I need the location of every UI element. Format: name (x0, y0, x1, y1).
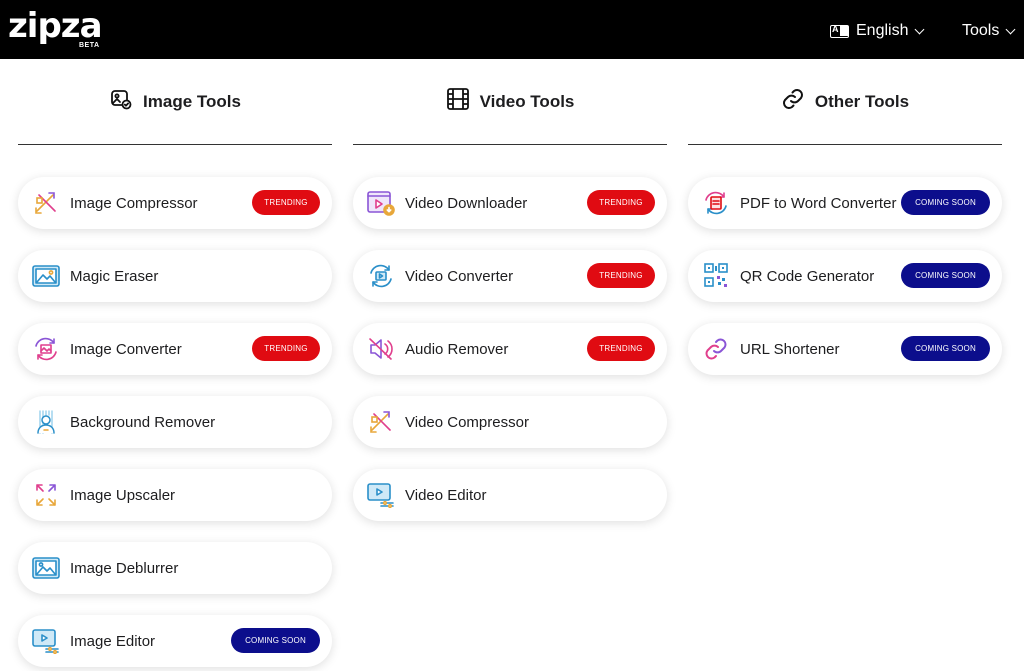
video-editor-icon (367, 482, 395, 509)
tool-list: Video Downloader TRENDING Video Converte… (353, 145, 667, 521)
tool-label: Image Upscaler (70, 486, 176, 504)
tool-label: Video Downloader (405, 194, 528, 212)
coming-soon-badge: COMING SOON (901, 190, 990, 215)
video-downloader-icon (367, 190, 395, 216)
column-header: Video Tools (353, 59, 667, 145)
tool-label: Image Compressor (70, 194, 198, 212)
tool-card-image-converter[interactable]: Image Converter TRENDING (18, 323, 332, 375)
qr-code-icon (702, 263, 730, 289)
video-tools-column: Video Tools Video Downloader TRENDING Vi… (353, 59, 667, 542)
image-tools-column: Image Tools Image Compressor TRENDING Ma… (18, 59, 332, 671)
tool-label: URL Shortener (740, 340, 840, 358)
language-label: English (856, 22, 909, 39)
tool-label: Video Editor (405, 486, 487, 504)
trending-badge: TRENDING (587, 263, 655, 288)
tool-label: Audio Remover (405, 340, 509, 358)
translate-icon (830, 24, 849, 38)
tool-card-magic-eraser[interactable]: Magic Eraser (18, 250, 332, 302)
tool-label: QR Code Generator (740, 267, 875, 285)
tool-label: Image Deblurrer (70, 559, 179, 577)
image-upscaler-icon (32, 482, 60, 508)
coming-soon-badge: COMING SOON (231, 628, 320, 653)
beta-tag: BETA (79, 42, 100, 49)
magic-eraser-icon (32, 263, 60, 289)
trending-badge: TRENDING (252, 336, 320, 361)
tool-card-video-editor[interactable]: Video Editor (353, 469, 667, 521)
image-compressor-icon (32, 190, 60, 216)
tools-menu-label: Tools (962, 22, 1000, 39)
image-converter-icon (32, 336, 60, 362)
column-header: Image Tools (18, 59, 332, 145)
tool-card-audio-remover[interactable]: Audio Remover TRENDING (353, 323, 667, 375)
film-icon (446, 87, 470, 116)
tool-list: PDF to Word Converter COMING SOON QR Cod… (688, 145, 1002, 375)
tool-card-qr-code-generator[interactable]: QR Code Generator COMING SOON (688, 250, 1002, 302)
tool-card-image-upscaler[interactable]: Image Upscaler (18, 469, 332, 521)
link-icon (781, 87, 805, 116)
tool-label: PDF to Word Converter (740, 194, 897, 212)
tool-card-image-editor[interactable]: Image Editor COMING SOON (18, 615, 332, 667)
background-remover-icon (32, 409, 60, 435)
tool-label: Image Converter (70, 340, 182, 358)
url-shortener-icon (702, 336, 730, 362)
chevron-down-icon (1005, 24, 1016, 34)
top-navbar: zipza BETA English Tools (0, 0, 1024, 59)
tool-list: Image Compressor TRENDING Magic Eraser I… (18, 145, 332, 667)
trending-badge: TRENDING (252, 190, 320, 215)
coming-soon-badge: COMING SOON (901, 263, 990, 288)
video-converter-icon (367, 263, 395, 289)
tool-card-url-shortener[interactable]: URL Shortener COMING SOON (688, 323, 1002, 375)
trending-badge: TRENDING (587, 336, 655, 361)
tool-label: Magic Eraser (70, 267, 159, 285)
tool-card-background-remover[interactable]: Background Remover (18, 396, 332, 448)
tool-card-video-converter[interactable]: Video Converter TRENDING (353, 250, 667, 302)
tool-label: Image Editor (70, 632, 156, 650)
other-tools-column: Other Tools PDF to Word Converter COMING… (688, 59, 1002, 396)
image-deblurrer-icon (32, 555, 60, 581)
tool-card-image-compressor[interactable]: Image Compressor TRENDING (18, 177, 332, 229)
pdf-to-word-icon (702, 190, 730, 216)
tool-label: Video Converter (405, 267, 514, 285)
tool-card-video-compressor[interactable]: Video Compressor (353, 396, 667, 448)
column-title: Other Tools (814, 91, 910, 111)
trending-badge: TRENDING (587, 190, 655, 215)
column-header: Other Tools (688, 59, 1002, 145)
column-title: Image Tools (143, 91, 241, 111)
video-compressor-icon (367, 409, 395, 435)
logo-wordmark: zipza (8, 6, 103, 46)
tool-card-image-deblurrer[interactable]: Image Deblurrer (18, 542, 332, 594)
zipza-logo[interactable]: zipza BETA (8, 6, 103, 49)
image-editor-icon (32, 628, 60, 655)
coming-soon-badge: COMING SOON (901, 336, 990, 361)
language-selector[interactable]: English (830, 20, 925, 42)
chevron-down-icon (915, 24, 925, 34)
audio-remover-icon (367, 336, 395, 362)
tool-label: Video Compressor (405, 413, 529, 431)
column-title: Video Tools (479, 91, 575, 111)
tools-menu[interactable]: Tools (962, 20, 1016, 42)
image-tools-icon (109, 87, 133, 116)
tool-label: Background Remover (70, 413, 216, 431)
tool-card-pdf-to-word[interactable]: PDF to Word Converter COMING SOON (688, 177, 1002, 229)
tool-card-video-downloader[interactable]: Video Downloader TRENDING (353, 177, 667, 229)
